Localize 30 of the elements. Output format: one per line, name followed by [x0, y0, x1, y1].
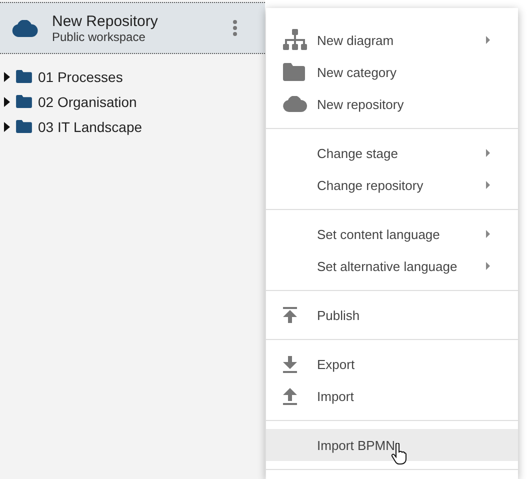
folder-icon: [16, 70, 32, 83]
repository-header[interactable]: New Repository Public workspace: [0, 2, 265, 54]
folder-icon: [16, 95, 32, 108]
repository-title: New Repository: [52, 12, 159, 30]
repository-subtitle: Public workspace: [52, 30, 146, 44]
menu-item[interactable]: Change repository: [266, 169, 518, 201]
folder-icon: [16, 120, 32, 133]
menu-item[interactable]: Publish: [266, 299, 518, 331]
tree-item[interactable]: 01 Processes: [38, 68, 123, 84]
download-icon: [283, 356, 297, 372]
menu-item[interactable]: Import: [266, 380, 518, 412]
cloud-icon: [283, 96, 307, 112]
cloud-icon: [12, 20, 38, 36]
tree-item[interactable]: 02 Organisation: [38, 94, 137, 110]
more-options-icon[interactable]: [233, 20, 237, 36]
publish-icon: [283, 307, 297, 323]
folder-icon: [283, 63, 305, 81]
sitemap-icon: [283, 29, 307, 51]
expand-icon[interactable]: [4, 122, 10, 132]
menu-item[interactable]: Export: [266, 348, 518, 380]
menu-item[interactable]: New repository: [266, 88, 518, 120]
expand-icon[interactable]: [4, 96, 10, 106]
menu-item[interactable]: New diagram: [266, 24, 518, 56]
menu-item[interactable]: Set content language: [266, 218, 518, 250]
upload-icon: [283, 388, 297, 404]
menu-item[interactable]: New category: [266, 56, 518, 88]
menu-item[interactable]: Change stage: [266, 137, 518, 169]
tree-item[interactable]: 03 IT Landscape: [38, 118, 142, 134]
menu-item[interactable]: Set alternative language: [266, 250, 518, 282]
expand-icon[interactable]: [4, 72, 10, 82]
